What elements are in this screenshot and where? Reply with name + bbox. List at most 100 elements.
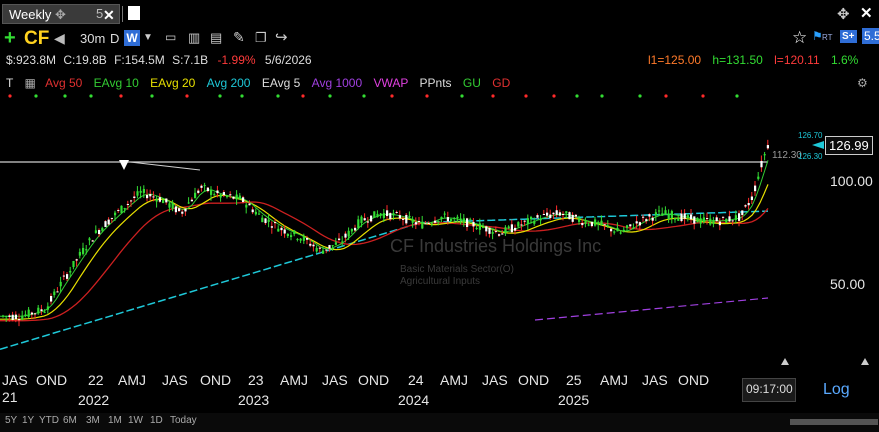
range-1w[interactable]: 1W bbox=[128, 415, 143, 426]
indicator-vwap[interactable]: VWAP bbox=[374, 76, 409, 90]
candle-body bbox=[677, 217, 680, 221]
candle-body bbox=[318, 247, 321, 249]
candle-body bbox=[757, 176, 760, 179]
bars-icon[interactable]: ▥ bbox=[188, 30, 200, 46]
notes-icon[interactable]: ▤ bbox=[210, 30, 222, 46]
candle-body bbox=[421, 221, 424, 229]
candle-body bbox=[50, 295, 53, 302]
candle-body bbox=[187, 202, 190, 204]
candle-body bbox=[581, 222, 584, 226]
close-window-icon[interactable]: ✕ bbox=[860, 4, 873, 22]
grid-icon[interactable]: ▦ bbox=[24, 76, 35, 90]
year-2024: 2024 bbox=[398, 392, 430, 408]
indicator-gu[interactable]: GU bbox=[463, 76, 481, 90]
close-tab-icon[interactable]: ✕ bbox=[103, 5, 115, 25]
candle-body bbox=[315, 247, 318, 252]
dropdown-icon[interactable]: ▼ bbox=[143, 32, 153, 43]
indicator-avg1000[interactable]: Avg 1000 bbox=[312, 76, 363, 90]
signal-dots bbox=[8, 94, 739, 98]
indicator-gd[interactable]: GD bbox=[492, 76, 510, 90]
range-5y[interactable]: 5Y bbox=[5, 415, 17, 426]
indicator-eavg5[interactable]: EAvg 5 bbox=[262, 76, 300, 90]
indicator-eavg20[interactable]: EAvg 20 bbox=[150, 76, 195, 90]
candle-body bbox=[270, 226, 273, 228]
range-ytd[interactable]: YTD bbox=[39, 415, 59, 426]
range-1y[interactable]: 1Y bbox=[22, 415, 34, 426]
move-window-icon[interactable]: ✥ bbox=[837, 5, 850, 23]
candle-body bbox=[619, 232, 622, 234]
candle-body bbox=[46, 306, 49, 310]
x-tick-label: 23 bbox=[248, 372, 264, 388]
move-icon[interactable]: ✥ bbox=[55, 5, 66, 25]
candle-body bbox=[78, 251, 81, 256]
signal-dot bbox=[218, 94, 222, 98]
price-50: 50.00 bbox=[830, 276, 865, 292]
candle-body bbox=[430, 223, 433, 225]
candle-body bbox=[565, 211, 568, 214]
candle-body bbox=[389, 213, 392, 220]
share-icon[interactable]: ↪ bbox=[275, 28, 288, 46]
range-1d[interactable]: 1D bbox=[150, 415, 163, 426]
layers-icon[interactable]: ❐ bbox=[255, 30, 267, 46]
tab-5[interactable]: 5 bbox=[96, 4, 103, 24]
candle-body bbox=[229, 194, 232, 196]
candle-body bbox=[597, 222, 600, 225]
interval-w[interactable]: W bbox=[124, 30, 140, 46]
candle-body bbox=[418, 220, 421, 222]
log-toggle[interactable]: Log bbox=[823, 381, 850, 399]
speaker-icon[interactable]: ◀ bbox=[54, 30, 65, 47]
candle-body bbox=[760, 160, 763, 168]
symbol[interactable]: CF bbox=[24, 28, 49, 50]
add-icon[interactable]: + bbox=[4, 28, 16, 48]
indicator-eavg10[interactable]: EAvg 10 bbox=[94, 76, 139, 90]
candle-body bbox=[488, 227, 491, 234]
candle-body bbox=[395, 211, 398, 213]
interval-30m[interactable]: 30m bbox=[80, 31, 105, 46]
signal-dot bbox=[552, 94, 556, 98]
eavg10-line bbox=[0, 160, 769, 317]
range-1m[interactable]: 1M bbox=[108, 415, 122, 426]
settings-icon[interactable]: ⚙ bbox=[857, 76, 868, 90]
candle-body bbox=[43, 311, 46, 313]
scroll-up-icon[interactable] bbox=[781, 358, 789, 365]
x-tick-label: OND bbox=[358, 372, 390, 388]
candle-body bbox=[341, 241, 344, 243]
candle-body bbox=[459, 218, 462, 221]
candle-body bbox=[306, 237, 309, 240]
chart-type-icon[interactable]: ▭ bbox=[165, 30, 176, 44]
price-chart[interactable]: CF Industries Holdings Inc Basic Materia… bbox=[0, 92, 879, 377]
star-icon[interactable]: ☆ bbox=[792, 28, 807, 48]
candle-body bbox=[683, 213, 686, 219]
level-badge[interactable]: 5.5 bbox=[862, 28, 879, 44]
candle-body bbox=[594, 219, 597, 226]
x-tick-label: 24 bbox=[408, 372, 424, 388]
indicator-t[interactable]: T bbox=[6, 76, 13, 90]
horizontal-scrollbar[interactable] bbox=[790, 419, 878, 425]
indicator-avg50[interactable]: Avg 50 bbox=[45, 76, 82, 90]
candle-body bbox=[34, 313, 37, 315]
candle-body bbox=[363, 218, 366, 221]
candle-body bbox=[142, 188, 145, 193]
range-3m[interactable]: 3M bbox=[86, 415, 100, 426]
pencil-icon[interactable]: ✎ bbox=[233, 29, 245, 46]
candle-body bbox=[194, 192, 197, 199]
candle-body bbox=[507, 226, 510, 229]
s-plus-badge[interactable]: S+ bbox=[840, 30, 857, 43]
scroll-up-right-icon[interactable] bbox=[861, 358, 869, 365]
signal-dot bbox=[150, 94, 154, 98]
candle-body bbox=[542, 213, 545, 215]
range-today[interactable]: Today bbox=[170, 415, 197, 426]
candle-body bbox=[629, 224, 632, 227]
new-tab-icon[interactable] bbox=[128, 6, 140, 20]
candle-body bbox=[731, 220, 734, 222]
range-6m[interactable]: 6M bbox=[63, 415, 77, 426]
range-bar: 5Y 1Y YTD 6M 3M 1M 1W 1D Today bbox=[0, 413, 879, 432]
signal-dot bbox=[701, 94, 705, 98]
candle-body bbox=[8, 315, 11, 317]
indicator-avg200[interactable]: Avg 200 bbox=[207, 76, 251, 90]
indicator-ppnts[interactable]: PPnts bbox=[420, 76, 452, 90]
interval-d[interactable]: D bbox=[110, 31, 119, 46]
candle-body bbox=[674, 218, 677, 220]
candle-body bbox=[750, 196, 753, 201]
signal-dot bbox=[600, 94, 604, 98]
